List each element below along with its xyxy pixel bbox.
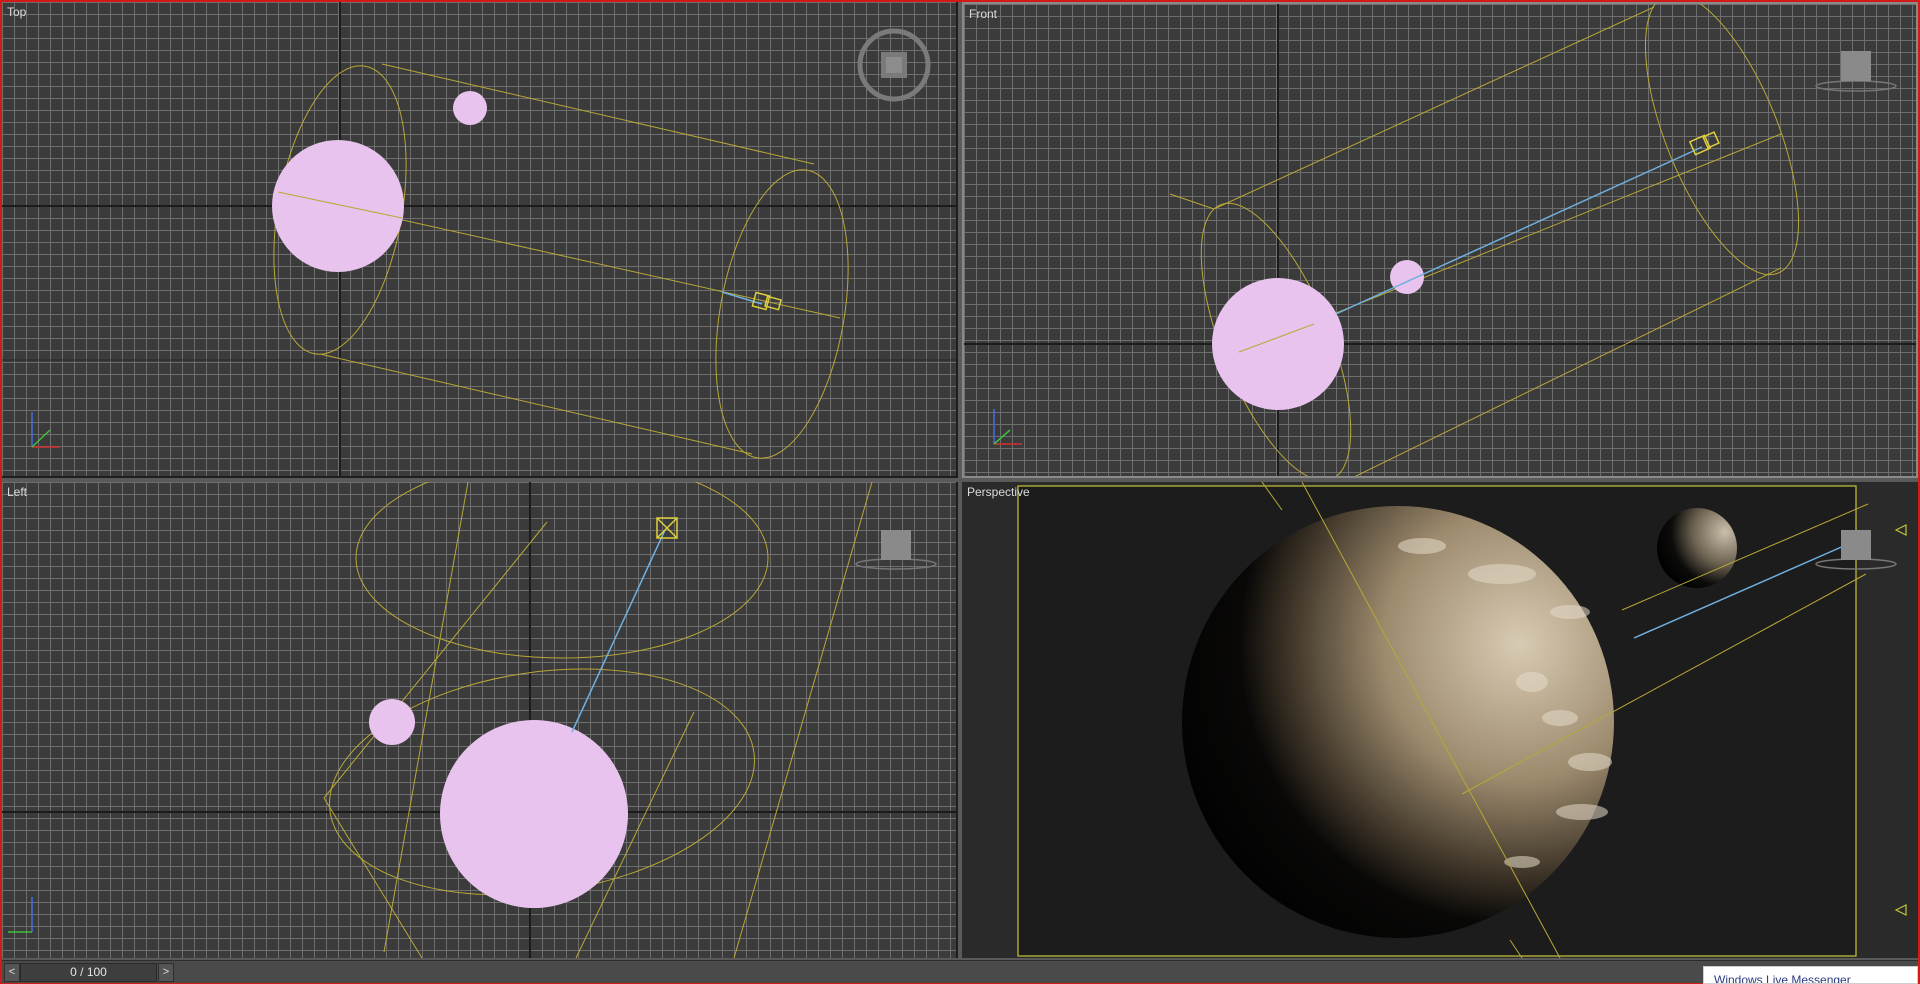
moon-render: [1657, 508, 1737, 588]
moon-sphere: [453, 91, 487, 125]
left-viewport-scene: [2, 482, 956, 958]
front-viewport-scene: [964, 4, 1916, 476]
axis-tripod-icon: [8, 897, 33, 933]
planet-sphere: [440, 720, 628, 908]
light-target-icon: [751, 291, 782, 311]
light-target-icon: [656, 517, 678, 539]
viewport-top[interactable]: Top: [2, 2, 958, 478]
viewport-label-left[interactable]: Left: [7, 485, 27, 499]
viewport-label-perspective[interactable]: Perspective: [967, 485, 1030, 499]
planet-sphere: [1212, 278, 1344, 410]
viewcube-icon: [855, 530, 937, 570]
next-frame-button[interactable]: >: [158, 963, 174, 982]
planet-sphere: [272, 140, 404, 272]
light-target-icon: [1688, 131, 1720, 156]
planet-render: [1182, 506, 1614, 938]
top-viewport-scene: [2, 2, 956, 476]
axis-tripod-icon: [31, 412, 60, 448]
viewport-label-top[interactable]: Top: [7, 5, 26, 19]
moon-sphere: [1390, 260, 1424, 294]
frame-marker-icon: [1894, 524, 1907, 916]
previous-frame-button[interactable]: <: [4, 963, 20, 982]
messenger-notification[interactable]: Windows Live Messenger: [1703, 966, 1918, 984]
viewcube-icon: [857, 28, 931, 102]
viewcube-icon: [1815, 51, 1897, 92]
viewport-perspective[interactable]: Perspective: [962, 482, 1918, 958]
viewport-label-front[interactable]: Front: [969, 7, 997, 21]
viewport-front[interactable]: Front: [962, 2, 1918, 478]
time-slider-bar: < 0 / 100 >: [2, 960, 1918, 983]
viewport-left[interactable]: Left: [2, 482, 958, 958]
time-slider[interactable]: 0 / 100: [20, 963, 157, 982]
axis-tripod-icon: [993, 409, 1022, 445]
notification-text: Windows Live Messenger: [1714, 973, 1851, 984]
moon-sphere: [369, 699, 415, 745]
perspective-viewport-scene: [1017, 482, 1907, 958]
